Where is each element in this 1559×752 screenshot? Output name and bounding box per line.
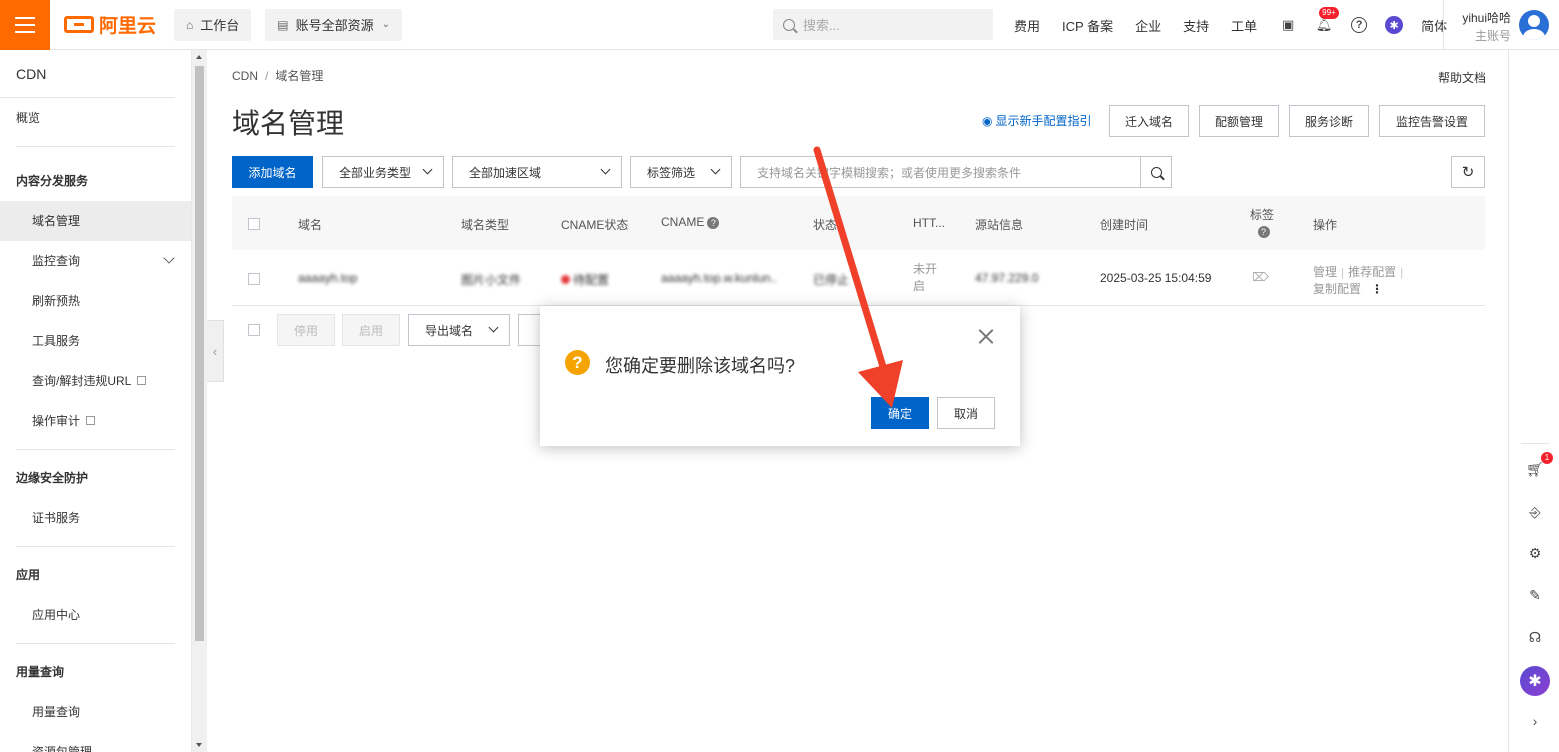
question-warning-icon: ? bbox=[565, 350, 590, 375]
close-icon[interactable] bbox=[978, 328, 994, 344]
cancel-button[interactable]: 取消 bbox=[937, 397, 995, 429]
confirm-button[interactable]: 确定 bbox=[871, 397, 929, 429]
delete-confirm-dialog: ? 您确定要删除该域名吗? 确定 取消 bbox=[540, 306, 1020, 446]
dialog-message: 您确定要删除该域名吗? bbox=[605, 356, 796, 376]
